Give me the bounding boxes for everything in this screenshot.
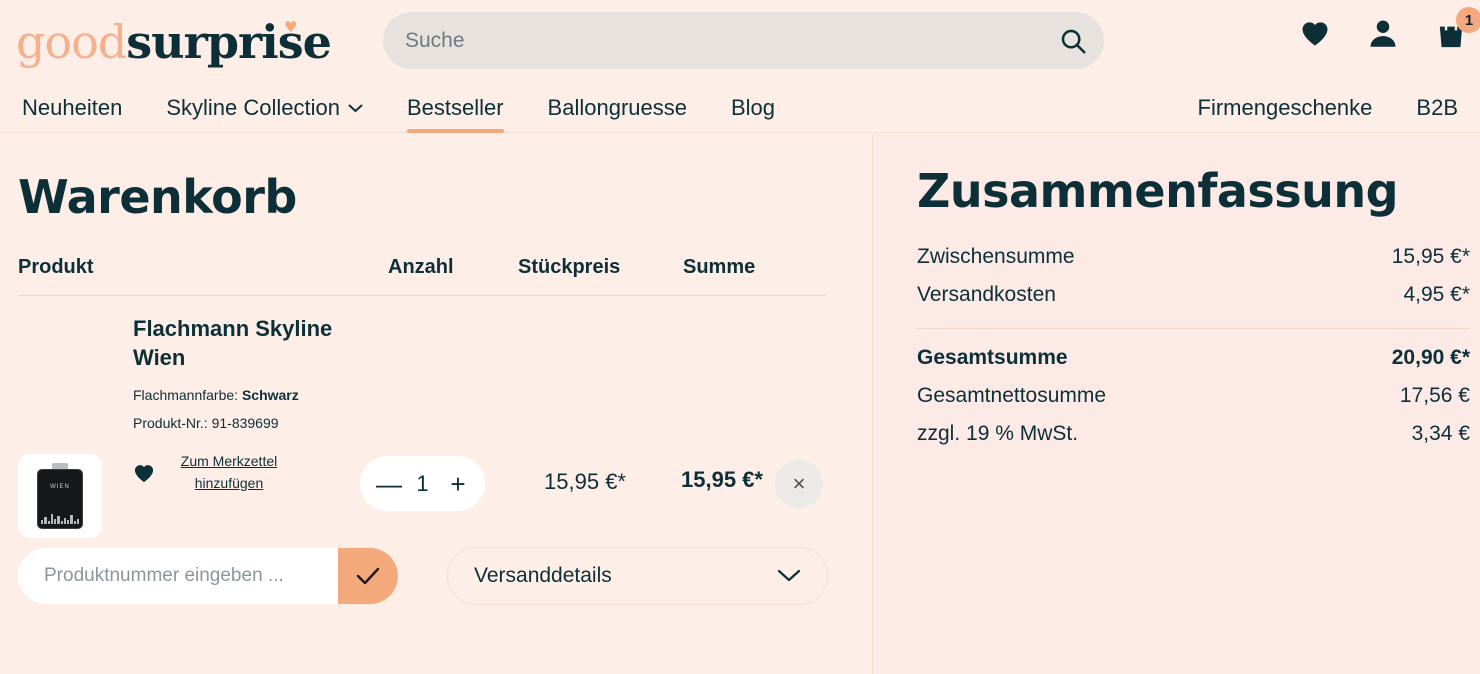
cart-count-badge: 1: [1456, 7, 1480, 33]
cart-table-header: Produkt Anzahl Stückpreis Summe: [18, 256, 826, 296]
search-input[interactable]: [383, 28, 1042, 53]
search-bar[interactable]: [383, 12, 1104, 69]
nav-item-ballongruesse[interactable]: Ballongruesse: [526, 83, 709, 133]
chevron-down-icon: [348, 104, 363, 113]
nav-label: Firmengeschenke: [1197, 95, 1373, 120]
product-number-submit-button[interactable]: [338, 548, 398, 604]
search-button[interactable]: [1042, 12, 1104, 69]
summary-value: 15,95 €*: [1391, 245, 1470, 268]
table-row: WIEN Flachmann Skyline Wien Flachmannfar…: [18, 314, 826, 538]
heart-icon: ♥: [284, 17, 297, 36]
page-title: Warenkorb: [18, 170, 297, 224]
summary-rows: Zwischensumme 15,95 €* Versandkosten 4,9…: [917, 238, 1470, 453]
nav-left-group: Neuheiten Skyline Collection Bestseller …: [0, 83, 797, 133]
quantity-decrement-button[interactable]: —: [376, 471, 402, 497]
summary-row-shipping: Versandkosten 4,95 €*: [917, 276, 1470, 314]
column-header-anzahl: Anzahl: [388, 256, 454, 278]
product-attribute-value: Schwarz: [241, 387, 299, 404]
summary-row-net: Gesamtnettosumme 17,56 €: [917, 377, 1470, 415]
flask-body: WIEN: [37, 469, 83, 529]
site-header: goodsurprise ♥ Suche 1: [0, 0, 1480, 83]
summary-title: Zusammenfassung: [917, 164, 1399, 218]
quantity-stepper[interactable]: — +: [360, 456, 485, 511]
remove-item-button[interactable]: ×: [775, 460, 823, 508]
summary-label: Gesamtnettosumme: [917, 384, 1107, 407]
site-logo[interactable]: goodsurprise ♥: [16, 17, 332, 65]
shipping-details-accordion[interactable]: Versanddetails: [447, 547, 828, 605]
chevron-down-icon: [777, 569, 801, 583]
summary-value: 4,95 €*: [1403, 283, 1470, 306]
product-number-input[interactable]: [18, 548, 338, 604]
account-icon-button[interactable]: [1366, 16, 1400, 50]
nav-label: Skyline Collection: [166, 95, 340, 120]
flask-image: WIEN: [37, 463, 83, 529]
column-header-summe: Summe: [683, 256, 756, 278]
person-icon: [1369, 18, 1397, 48]
nav-item-bestseller[interactable]: Bestseller: [385, 83, 526, 133]
summary-value: 3,34 €: [1411, 422, 1470, 445]
flask-city-label: WIEN: [50, 484, 70, 490]
column-header-stueckpreis: Stückpreis: [518, 256, 621, 278]
wishlist-label: Zum Merkzettel hinzufügen: [180, 453, 278, 491]
summary-value: 17,56 €: [1399, 384, 1470, 407]
nav-item-blog[interactable]: Blog: [709, 83, 797, 133]
nav-label: Bestseller: [406, 95, 504, 120]
column-header-produkt: Produkt: [18, 256, 94, 278]
summary-row-vat: zzgl. 19 % MwSt. 3,34 €: [917, 415, 1470, 453]
main-navigation: Neuheiten Skyline Collection Bestseller …: [0, 83, 1480, 133]
product-attribute: Flachmannfarbe: Schwarz: [133, 387, 363, 403]
line-total: 15,95 €*: [681, 467, 763, 492]
logo-text-surprise: surprise: [126, 14, 332, 69]
nav-right-group: Firmengeschenke B2B: [1176, 83, 1480, 133]
nav-item-neuheiten[interactable]: Neuheiten: [0, 83, 144, 133]
add-to-wishlist-button[interactable]: Zum Merkzettel hinzufügen: [133, 451, 363, 494]
summary-total-label: Gesamtsumme: [917, 346, 1068, 369]
nav-item-skyline-collection[interactable]: Skyline Collection: [144, 83, 385, 133]
product-info: Flachmann Skyline Wien Flachmannfarbe: S…: [133, 314, 363, 494]
product-thumbnail[interactable]: WIEN: [18, 454, 102, 538]
wishlist-icon-button[interactable]: [1298, 16, 1332, 50]
check-icon: [355, 566, 381, 586]
cart-icon-button[interactable]: 1: [1434, 7, 1480, 50]
summary-label: Zwischensumme: [917, 245, 1075, 268]
skyline-graphic: [41, 512, 79, 524]
logo-text-good: good: [16, 14, 127, 69]
header-icon-group: 1: [1298, 7, 1480, 50]
heart-icon: [1300, 19, 1330, 47]
cart-page: goodsurprise ♥ Suche 1 Neuheiten Skyline…: [0, 0, 1480, 674]
nav-label: Neuheiten: [22, 95, 123, 120]
nav-item-b2b[interactable]: B2B: [1394, 83, 1480, 133]
nav-label: Ballongruesse: [547, 95, 687, 120]
summary-label: zzgl. 19 % MwSt.: [917, 422, 1079, 445]
nav-label: Blog: [730, 95, 776, 120]
quantity-input[interactable]: [409, 470, 436, 497]
product-number: Produkt-Nr.: 91-839699: [133, 415, 279, 432]
heart-icon: [133, 463, 155, 483]
nav-label: B2B: [1416, 95, 1458, 120]
summary-separator: [917, 328, 1470, 329]
product-attribute-label: Flachmannfarbe:: [133, 387, 239, 404]
search-icon: [1058, 26, 1088, 56]
summary-total-value: 20,90 €*: [1391, 346, 1470, 369]
summary-row-total: Gesamtsumme 20,90 €*: [917, 339, 1470, 377]
unit-price: 15,95 €*: [544, 469, 626, 494]
summary-row-subtotal: Zwischensumme 15,95 €*: [917, 238, 1470, 276]
summary-section: Zusammenfassung Zwischensumme 15,95 €* V…: [873, 134, 1480, 674]
shipping-details-label: Versanddetails: [474, 564, 612, 587]
summary-label: Versandkosten: [917, 283, 1056, 306]
nav-item-firmengeschenke[interactable]: Firmengeschenke: [1176, 83, 1395, 133]
product-number-entry: [18, 548, 398, 604]
quantity-increment-button[interactable]: +: [447, 471, 469, 497]
cart-section: Warenkorb Produkt Anzahl Stückpreis Summ…: [0, 134, 872, 674]
product-name-link[interactable]: Flachmann Skyline Wien: [133, 314, 363, 372]
